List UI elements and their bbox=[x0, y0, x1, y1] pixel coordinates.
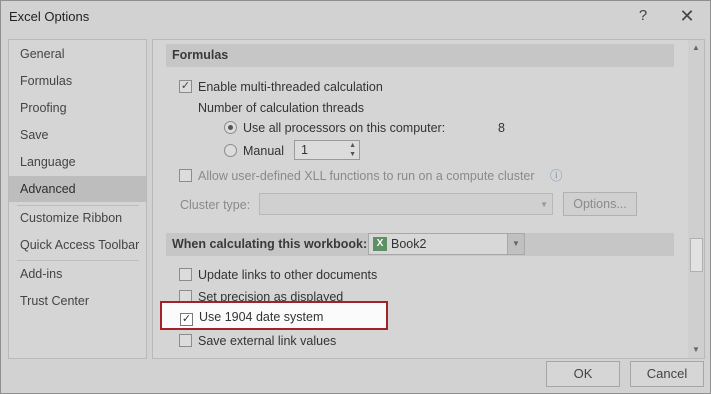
sidebar-item-general[interactable]: General bbox=[9, 41, 146, 67]
sidebar-item-customize-ribbon[interactable]: Customize Ribbon bbox=[9, 205, 146, 231]
sidebar-item-formulas[interactable]: Formulas bbox=[9, 68, 146, 94]
options-scrollbar[interactable]: ▲ ▼ bbox=[688, 40, 704, 358]
title-bar: Excel Options ? ✕ bbox=[1, 1, 710, 31]
save-external-links-checkbox[interactable] bbox=[179, 334, 192, 347]
save-external-links-label: Save external link values bbox=[198, 334, 337, 348]
scroll-up-icon[interactable]: ▲ bbox=[688, 40, 704, 56]
update-links-option[interactable]: Update links to other documents bbox=[179, 266, 389, 284]
manual-threads-radio[interactable] bbox=[224, 144, 237, 157]
workbook-name: Book2 bbox=[391, 237, 427, 251]
threads-label: Number of calculation threads bbox=[198, 101, 365, 115]
sidebar-item-language[interactable]: Language bbox=[9, 149, 146, 175]
scroll-down-icon[interactable]: ▼ bbox=[688, 342, 704, 358]
close-button[interactable]: ✕ bbox=[673, 5, 701, 27]
formulas-section-heading: Formulas bbox=[166, 44, 674, 67]
use-all-processors-option[interactable]: Use all processors on this computer: 8 bbox=[224, 119, 514, 137]
cluster-options-button[interactable]: Options... bbox=[563, 192, 637, 216]
spinner-arrows-icon[interactable]: ▲ ▼ bbox=[349, 141, 356, 159]
date-1904-label[interactable]: Use 1904 date system bbox=[199, 310, 323, 324]
dialog-title: Excel Options bbox=[9, 9, 90, 24]
date-1904-checkbox[interactable]: ✓ bbox=[180, 313, 193, 326]
chevron-down-icon: ▼ bbox=[540, 200, 548, 209]
multithread-label: Enable multi-threaded calculation bbox=[198, 80, 383, 94]
xll-cluster-label: Allow user-defined XLL functions to run … bbox=[198, 169, 535, 183]
options-sidebar: General Formulas Proofing Save Language … bbox=[8, 39, 147, 359]
sidebar-item-advanced[interactable]: Advanced bbox=[9, 176, 146, 202]
sidebar-item-quick-access-toolbar[interactable]: Quick Access Toolbar bbox=[9, 232, 146, 258]
excel-workbook-icon: X bbox=[373, 237, 387, 251]
processor-count: 8 bbox=[498, 121, 505, 135]
scrollbar-thumb[interactable] bbox=[690, 238, 703, 272]
multithread-option[interactable]: ✓ Enable multi-threaded calculation bbox=[179, 78, 439, 96]
multithread-checkbox[interactable]: ✓ bbox=[179, 80, 192, 93]
sidebar-item-save[interactable]: Save bbox=[9, 122, 146, 148]
manual-threads-value: 1 bbox=[301, 143, 308, 157]
manual-threads-spinner[interactable]: 1 ▲ ▼ bbox=[294, 140, 360, 160]
info-icon[interactable]: ⓘ bbox=[550, 167, 563, 185]
cancel-button[interactable]: Cancel bbox=[630, 361, 704, 387]
ok-button[interactable]: OK bbox=[546, 361, 620, 387]
cluster-type-dropdown[interactable]: ▼ bbox=[259, 193, 553, 215]
manual-threads-option[interactable]: Manual bbox=[224, 142, 294, 160]
help-button[interactable]: ? bbox=[629, 5, 657, 27]
update-links-label: Update links to other documents bbox=[198, 268, 378, 282]
chevron-down-icon[interactable]: ▼ bbox=[507, 234, 524, 254]
use-all-processors-radio[interactable] bbox=[224, 121, 237, 134]
sidebar-item-proofing[interactable]: Proofing bbox=[9, 95, 146, 121]
date-1904-highlight: ✓ Use 1904 date system bbox=[160, 301, 388, 330]
cluster-type-label: Cluster type: bbox=[180, 198, 251, 212]
use-all-processors-label: Use all processors on this computer: bbox=[243, 121, 446, 135]
update-links-checkbox[interactable] bbox=[179, 268, 192, 281]
xll-cluster-checkbox[interactable] bbox=[179, 169, 192, 182]
workbook-dropdown[interactable]: X Book2 ▼ bbox=[368, 233, 525, 255]
sidebar-item-add-ins[interactable]: Add-ins bbox=[9, 261, 146, 287]
sidebar-item-trust-center[interactable]: Trust Center bbox=[9, 288, 146, 314]
save-external-links-option[interactable]: Save external link values bbox=[179, 332, 349, 350]
manual-threads-label: Manual bbox=[243, 144, 284, 158]
excel-options-dialog: Excel Options ? ✕ General Formulas Proof… bbox=[0, 0, 711, 394]
xll-cluster-option[interactable]: Allow user-defined XLL functions to run … bbox=[179, 167, 563, 185]
